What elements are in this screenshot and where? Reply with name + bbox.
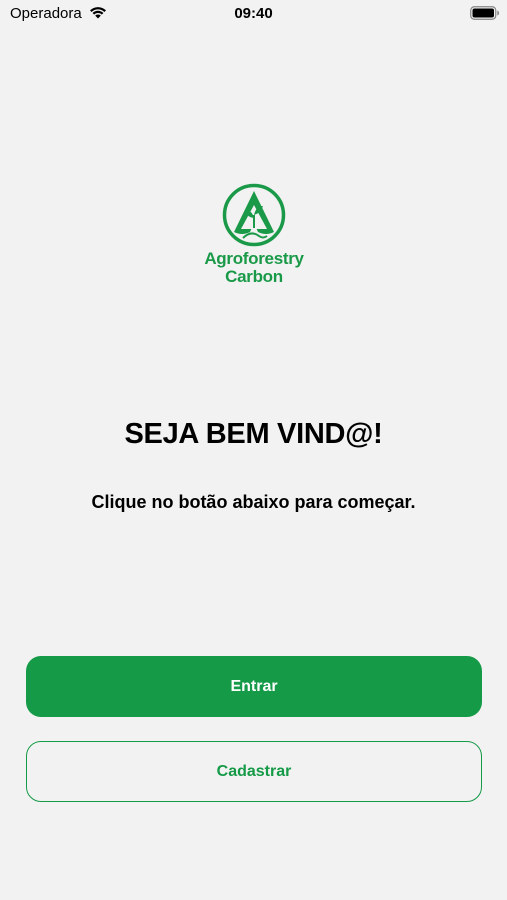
status-bar: Operadora 09:40 (0, 0, 507, 28)
login-button[interactable]: Entrar (26, 656, 482, 717)
status-time: 09:40 (234, 5, 273, 22)
logo-text-line1: Agroforestry (204, 249, 304, 268)
login-button-label: Entrar (230, 677, 278, 695)
register-button[interactable]: Cadastrar (26, 741, 482, 802)
welcome-subtitle: Clique no botão abaixo para começar. (91, 492, 416, 512)
battery-icon (470, 6, 499, 20)
welcome-title: SEJA BEM VIND@! (124, 418, 383, 450)
register-button-label: Cadastrar (216, 762, 292, 780)
app-logo: Agroforestry Carbon (190, 182, 318, 288)
logo-text-line2: Carbon (225, 267, 283, 286)
leaf-logo-icon (222, 183, 286, 247)
